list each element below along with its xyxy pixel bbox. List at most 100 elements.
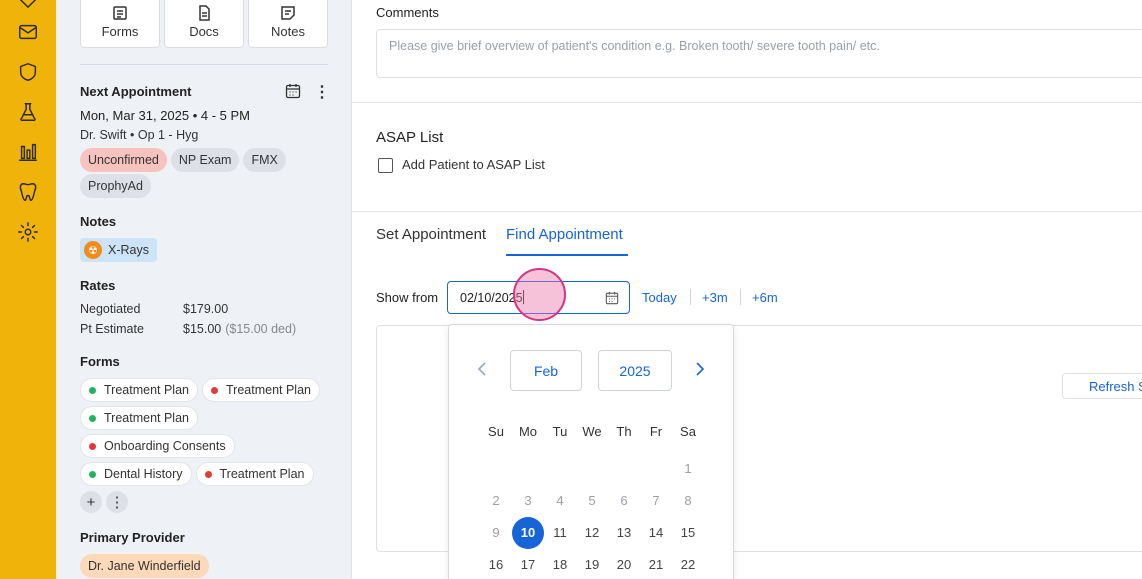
chevron-right-icon — [696, 362, 705, 376]
form-chip[interactable]: Treatment Plan — [80, 406, 198, 430]
calendar-icon[interactable] — [605, 291, 619, 305]
quick-actions: Forms Docs Notes — [80, 0, 328, 48]
tooth-icon[interactable] — [16, 180, 40, 204]
tab-find-appointment[interactable]: Find Appointment — [506, 226, 623, 243]
procedure-tag: ProphyAd — [80, 174, 151, 198]
shield-icon[interactable] — [16, 60, 40, 84]
calendar-icon[interactable] — [285, 83, 301, 99]
calendar-day[interactable]: 17 — [512, 549, 544, 579]
primary-provider-row: Dr. Jane Winderfield — [80, 554, 209, 578]
status-dot — [89, 414, 96, 422]
calendar-day[interactable]: 8 — [672, 485, 704, 517]
rate-negotiated-row: Negotiated $179.00 — [80, 302, 228, 316]
calendar-day[interactable]: 2 — [480, 485, 512, 517]
weekday-header: Th — [616, 424, 632, 439]
xrays-note-label: X-Rays — [108, 243, 149, 257]
forms-title: Forms — [80, 354, 120, 369]
calendar-day[interactable]: 19 — [576, 549, 608, 579]
plus-3m-link[interactable]: +3m — [702, 290, 728, 305]
calendar-day[interactable]: 20 — [608, 549, 640, 579]
comments-label: Comments — [376, 5, 439, 20]
docs-button[interactable]: Docs — [164, 0, 244, 48]
calendar-day[interactable]: 21 — [640, 549, 672, 579]
app-rail: 3 — [0, 0, 56, 579]
form-label: Treatment Plan — [104, 411, 189, 425]
chevron-left-icon — [477, 362, 486, 376]
form-label: Dental History — [104, 467, 183, 481]
status-dot — [89, 386, 96, 394]
divider — [740, 289, 741, 305]
rate-value: $15.00 — [183, 322, 222, 336]
form-chip[interactable]: Treatment Plan — [202, 378, 320, 402]
asap-title: ASAP List — [376, 129, 444, 146]
docs-button-label: Docs — [189, 24, 219, 39]
form-chip[interactable]: Dental History — [80, 462, 192, 486]
calendar-day[interactable]: 4 — [544, 485, 576, 517]
tab-set-appointment[interactable]: Set Appointment — [376, 226, 486, 243]
plus-6m-link[interactable]: +6m — [752, 290, 778, 305]
weekday-header: Sa — [680, 424, 696, 439]
notes-button-label: Notes — [271, 24, 305, 39]
form-label: Treatment Plan — [226, 383, 311, 397]
calendar-day[interactable]: 12 — [576, 517, 608, 549]
calendar-day[interactable]: 3 — [512, 485, 544, 517]
provider-chip[interactable]: Dr. Jane Winderfield — [80, 554, 209, 578]
calendar-day[interactable]: 22 — [672, 549, 704, 579]
month-select[interactable]: Feb — [510, 350, 582, 391]
date-picker-popover: Feb 2025 Su Mo Tu We Th Fr Sa 1 2 3 4 5 6 7 8 9 10 11 12 13… — [448, 324, 734, 579]
form-chip[interactable]: Onboarding Consents — [80, 434, 235, 458]
calendar-day[interactable]: 11 — [544, 517, 576, 549]
year-select[interactable]: 2025 — [598, 350, 672, 391]
gear-icon[interactable] — [16, 220, 40, 244]
status-dot — [89, 442, 96, 450]
docs-icon — [199, 5, 210, 21]
next-month-button[interactable] — [691, 361, 707, 377]
calendar-day[interactable]: 1 — [672, 453, 704, 485]
calendar-day[interactable]: 16 — [480, 549, 512, 579]
rate-label: Pt Estimate — [80, 322, 144, 336]
calendar-day[interactable]: 18 — [544, 549, 576, 579]
forms-row: Dental History Treatment Plan — [80, 462, 314, 486]
divider — [690, 289, 691, 305]
forms-row: Treatment Plan Treatment Plan — [80, 378, 320, 402]
form-chip[interactable]: Treatment Plan — [195, 462, 314, 486]
notes-button[interactable]: Notes — [248, 0, 328, 48]
form-label: Onboarding Consents — [104, 439, 226, 453]
weekday-header: We — [582, 424, 602, 439]
calendar-day[interactable]: 7 — [640, 485, 672, 517]
calendar-day[interactable]: 9 — [480, 517, 512, 549]
xrays-note-chip[interactable]: ☢ X-Rays — [80, 238, 157, 262]
appointment-datetime: Mon, Mar 31, 2025 • 4 - 5 PM — [80, 108, 251, 123]
calendar-day[interactable]: 6 — [608, 485, 640, 517]
rate-estimate-row: Pt Estimate $15.00 ($15.00 ded) — [80, 322, 296, 336]
flask-icon[interactable] — [16, 100, 40, 124]
more-options-icon[interactable]: ⋮ — [314, 82, 330, 102]
bar-chart-icon[interactable] — [16, 140, 40, 164]
calendar-day[interactable]: 13 — [608, 517, 640, 549]
calendar-day[interactable]: 14 — [640, 517, 672, 549]
calendar-day[interactable]: 5 — [576, 485, 608, 517]
primary-provider-title: Primary Provider — [80, 530, 185, 545]
add-form-button[interactable]: + — [80, 491, 102, 513]
asap-checkbox[interactable] — [378, 158, 393, 173]
forms-button-label: Forms — [101, 24, 139, 39]
form-chip[interactable]: Treatment Plan — [80, 378, 198, 402]
calendar-day-selected[interactable]: 10 — [512, 517, 544, 549]
refresh-button[interactable]: Refresh S — [1062, 373, 1142, 399]
status-dot — [211, 386, 218, 394]
appointment-tags: Unconfirmed NP Exam FMX — [80, 148, 286, 172]
show-from-label: Show from — [376, 290, 439, 305]
calendar-day[interactable]: 15 — [672, 517, 704, 549]
comments-textarea[interactable]: Please give brief overview of patient's … — [376, 29, 1142, 78]
active-tab-indicator — [506, 254, 628, 256]
today-link[interactable]: Today — [642, 290, 677, 305]
more-forms-button[interactable]: ⋮ — [106, 491, 128, 513]
forms-button[interactable]: Forms — [80, 0, 160, 48]
asap-checkbox-label[interactable]: Add Patient to ASAP List — [402, 157, 545, 172]
mail-icon[interactable] — [16, 20, 40, 44]
previous-month-button[interactable] — [475, 361, 491, 377]
next-appointment-title: Next Appointment — [80, 84, 192, 99]
form-label: Treatment Plan — [104, 383, 189, 397]
notifications-icon[interactable]: 3 — [16, 0, 40, 10]
weekday-header: Tu — [552, 424, 568, 439]
